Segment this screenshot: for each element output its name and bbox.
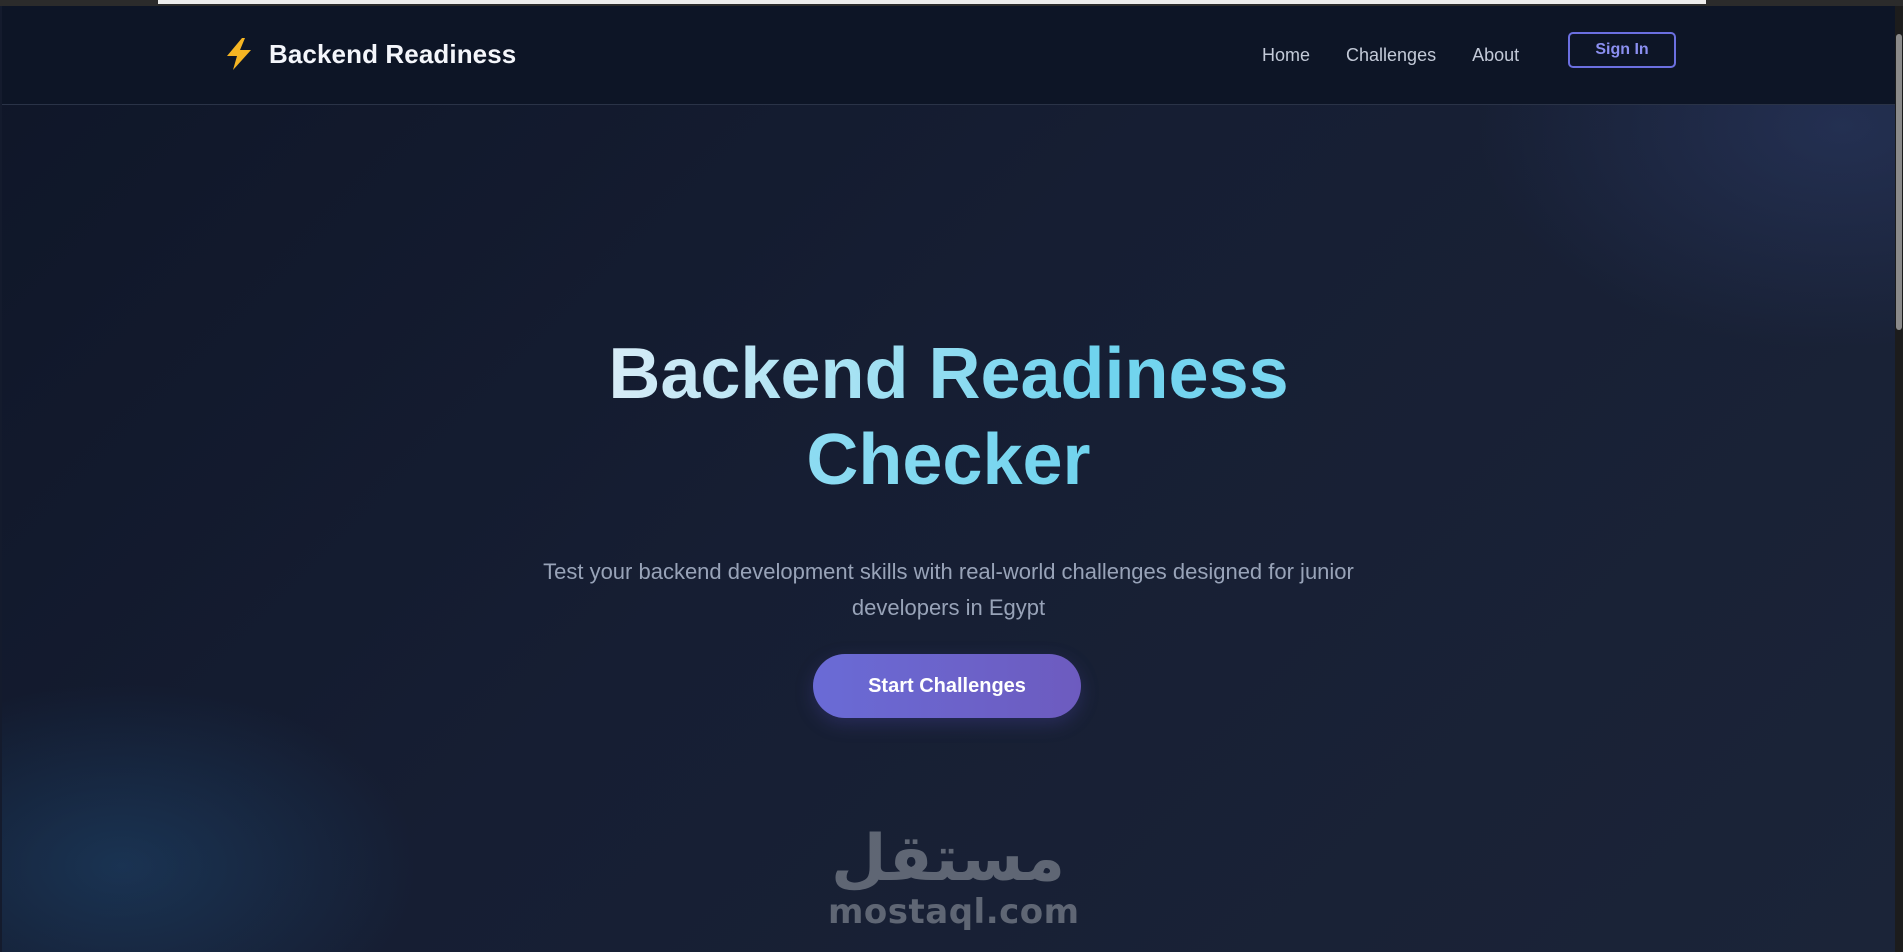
window-top-strip-highlight: [158, 0, 1706, 4]
nav-home-link[interactable]: Home: [1262, 45, 1310, 66]
watermark-latin-text: mostaql.com: [828, 892, 1080, 932]
nav-about-link[interactable]: About: [1472, 45, 1519, 66]
main-nav: Home Challenges About: [1262, 6, 1555, 104]
page-scrollbar[interactable]: [1895, 6, 1903, 952]
watermark-arabic-text: مستقل: [830, 822, 1066, 896]
mostaql-watermark: مستقل mostaql.com: [828, 822, 1080, 944]
nav-challenges-link[interactable]: Challenges: [1346, 45, 1436, 66]
lightning-bolt-icon: [223, 37, 255, 71]
hero-subtitle-line-2: developers in Egypt: [851, 595, 1046, 620]
hero-title-line-2: Checker: [789, 417, 1109, 503]
hero-subtitle-line-1: Test your backend development skills wit…: [543, 559, 1354, 584]
hero-subtitle: Test your backend development skills wit…: [2, 554, 1895, 626]
brand-name: Backend Readiness: [269, 38, 517, 69]
brand-logo[interactable]: Backend Readiness: [223, 34, 516, 74]
navbar: Backend Readiness Home Challenges About …: [2, 6, 1895, 105]
sign-in-button[interactable]: Sign In: [1568, 32, 1676, 68]
hero-title: Backend Readiness Checker: [2, 331, 1895, 503]
hero-title-line-1: Backend Readiness: [599, 331, 1299, 417]
browser-viewport: Backend Readiness Home Challenges About …: [0, 0, 1903, 952]
start-challenges-button[interactable]: Start Challenges: [813, 654, 1081, 718]
page: Backend Readiness Home Challenges About …: [2, 6, 1895, 952]
scrollbar-thumb[interactable]: [1896, 34, 1902, 330]
